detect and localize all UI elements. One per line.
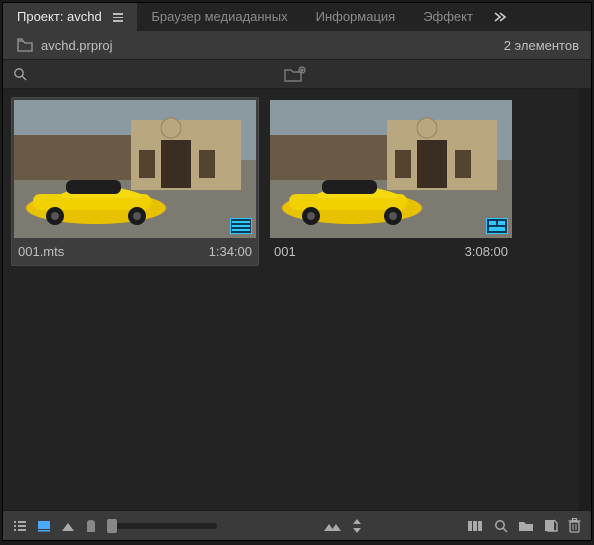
new-bin-footer-icon[interactable] — [518, 519, 534, 532]
new-item-icon[interactable] — [544, 519, 558, 533]
tab-media-browser[interactable]: Браузер медиаданных — [137, 3, 301, 31]
search-icon — [13, 67, 27, 81]
tab-effects[interactable]: Эффект — [409, 3, 487, 31]
trash-icon[interactable] — [568, 518, 581, 533]
new-bin-icon[interactable] — [284, 66, 306, 82]
clip-grid[interactable]: 001.mts 1:34:00 — [3, 89, 579, 510]
search-input[interactable] — [33, 64, 272, 84]
find-icon[interactable] — [494, 519, 508, 533]
clip-name: 001 — [274, 244, 296, 259]
tab-project[interactable]: Проект: avchd — [3, 3, 137, 31]
zoom-slider[interactable] — [107, 523, 217, 529]
clip-name: 001.mts — [18, 244, 64, 259]
icon-view-icon[interactable] — [37, 519, 51, 533]
clip-type-sequence-icon — [486, 218, 508, 234]
panel-tabs: Проект: avchd Браузер медиаданных Информ… — [3, 3, 591, 31]
clip-item[interactable]: 001 3:08:00 — [267, 97, 515, 266]
list-view-icon[interactable] — [13, 519, 27, 533]
clip-meta: 001.mts 1:34:00 — [14, 238, 256, 259]
zoom-min-icon — [85, 519, 97, 533]
zoom-handle[interactable] — [107, 519, 117, 533]
sort-icon[interactable] — [323, 520, 341, 532]
clip-thumbnail[interactable] — [270, 100, 512, 238]
auto-match-icon[interactable] — [351, 518, 363, 534]
automate-to-sequence-icon[interactable] — [468, 520, 484, 532]
freeform-view-icon[interactable] — [61, 520, 75, 532]
project-panel: Проект: avchd Браузер медиаданных Информ… — [2, 2, 592, 541]
content-area: 001.mts 1:34:00 — [3, 89, 591, 510]
panel-footer — [3, 510, 591, 540]
clip-item[interactable]: 001.mts 1:34:00 — [11, 97, 259, 266]
clip-thumbnail[interactable] — [14, 100, 256, 238]
project-info-row: avchd.prproj 2 элементов — [3, 31, 591, 59]
folder-icon — [17, 38, 33, 52]
clip-duration: 1:34:00 — [209, 244, 252, 259]
tab-info[interactable]: Информация — [302, 3, 410, 31]
search-row — [3, 59, 591, 89]
item-count: 2 элементов — [504, 38, 579, 53]
vertical-scrollbar[interactable] — [579, 89, 591, 510]
clip-duration: 3:08:00 — [465, 244, 508, 259]
tabs-overflow-button[interactable] — [487, 3, 513, 31]
tab-label: Проект: avchd — [17, 9, 102, 24]
panel-menu-icon[interactable] — [113, 13, 123, 22]
project-filename: avchd.prproj — [41, 38, 113, 53]
clip-meta: 001 3:08:00 — [270, 238, 512, 259]
clip-type-video-icon — [230, 218, 252, 234]
